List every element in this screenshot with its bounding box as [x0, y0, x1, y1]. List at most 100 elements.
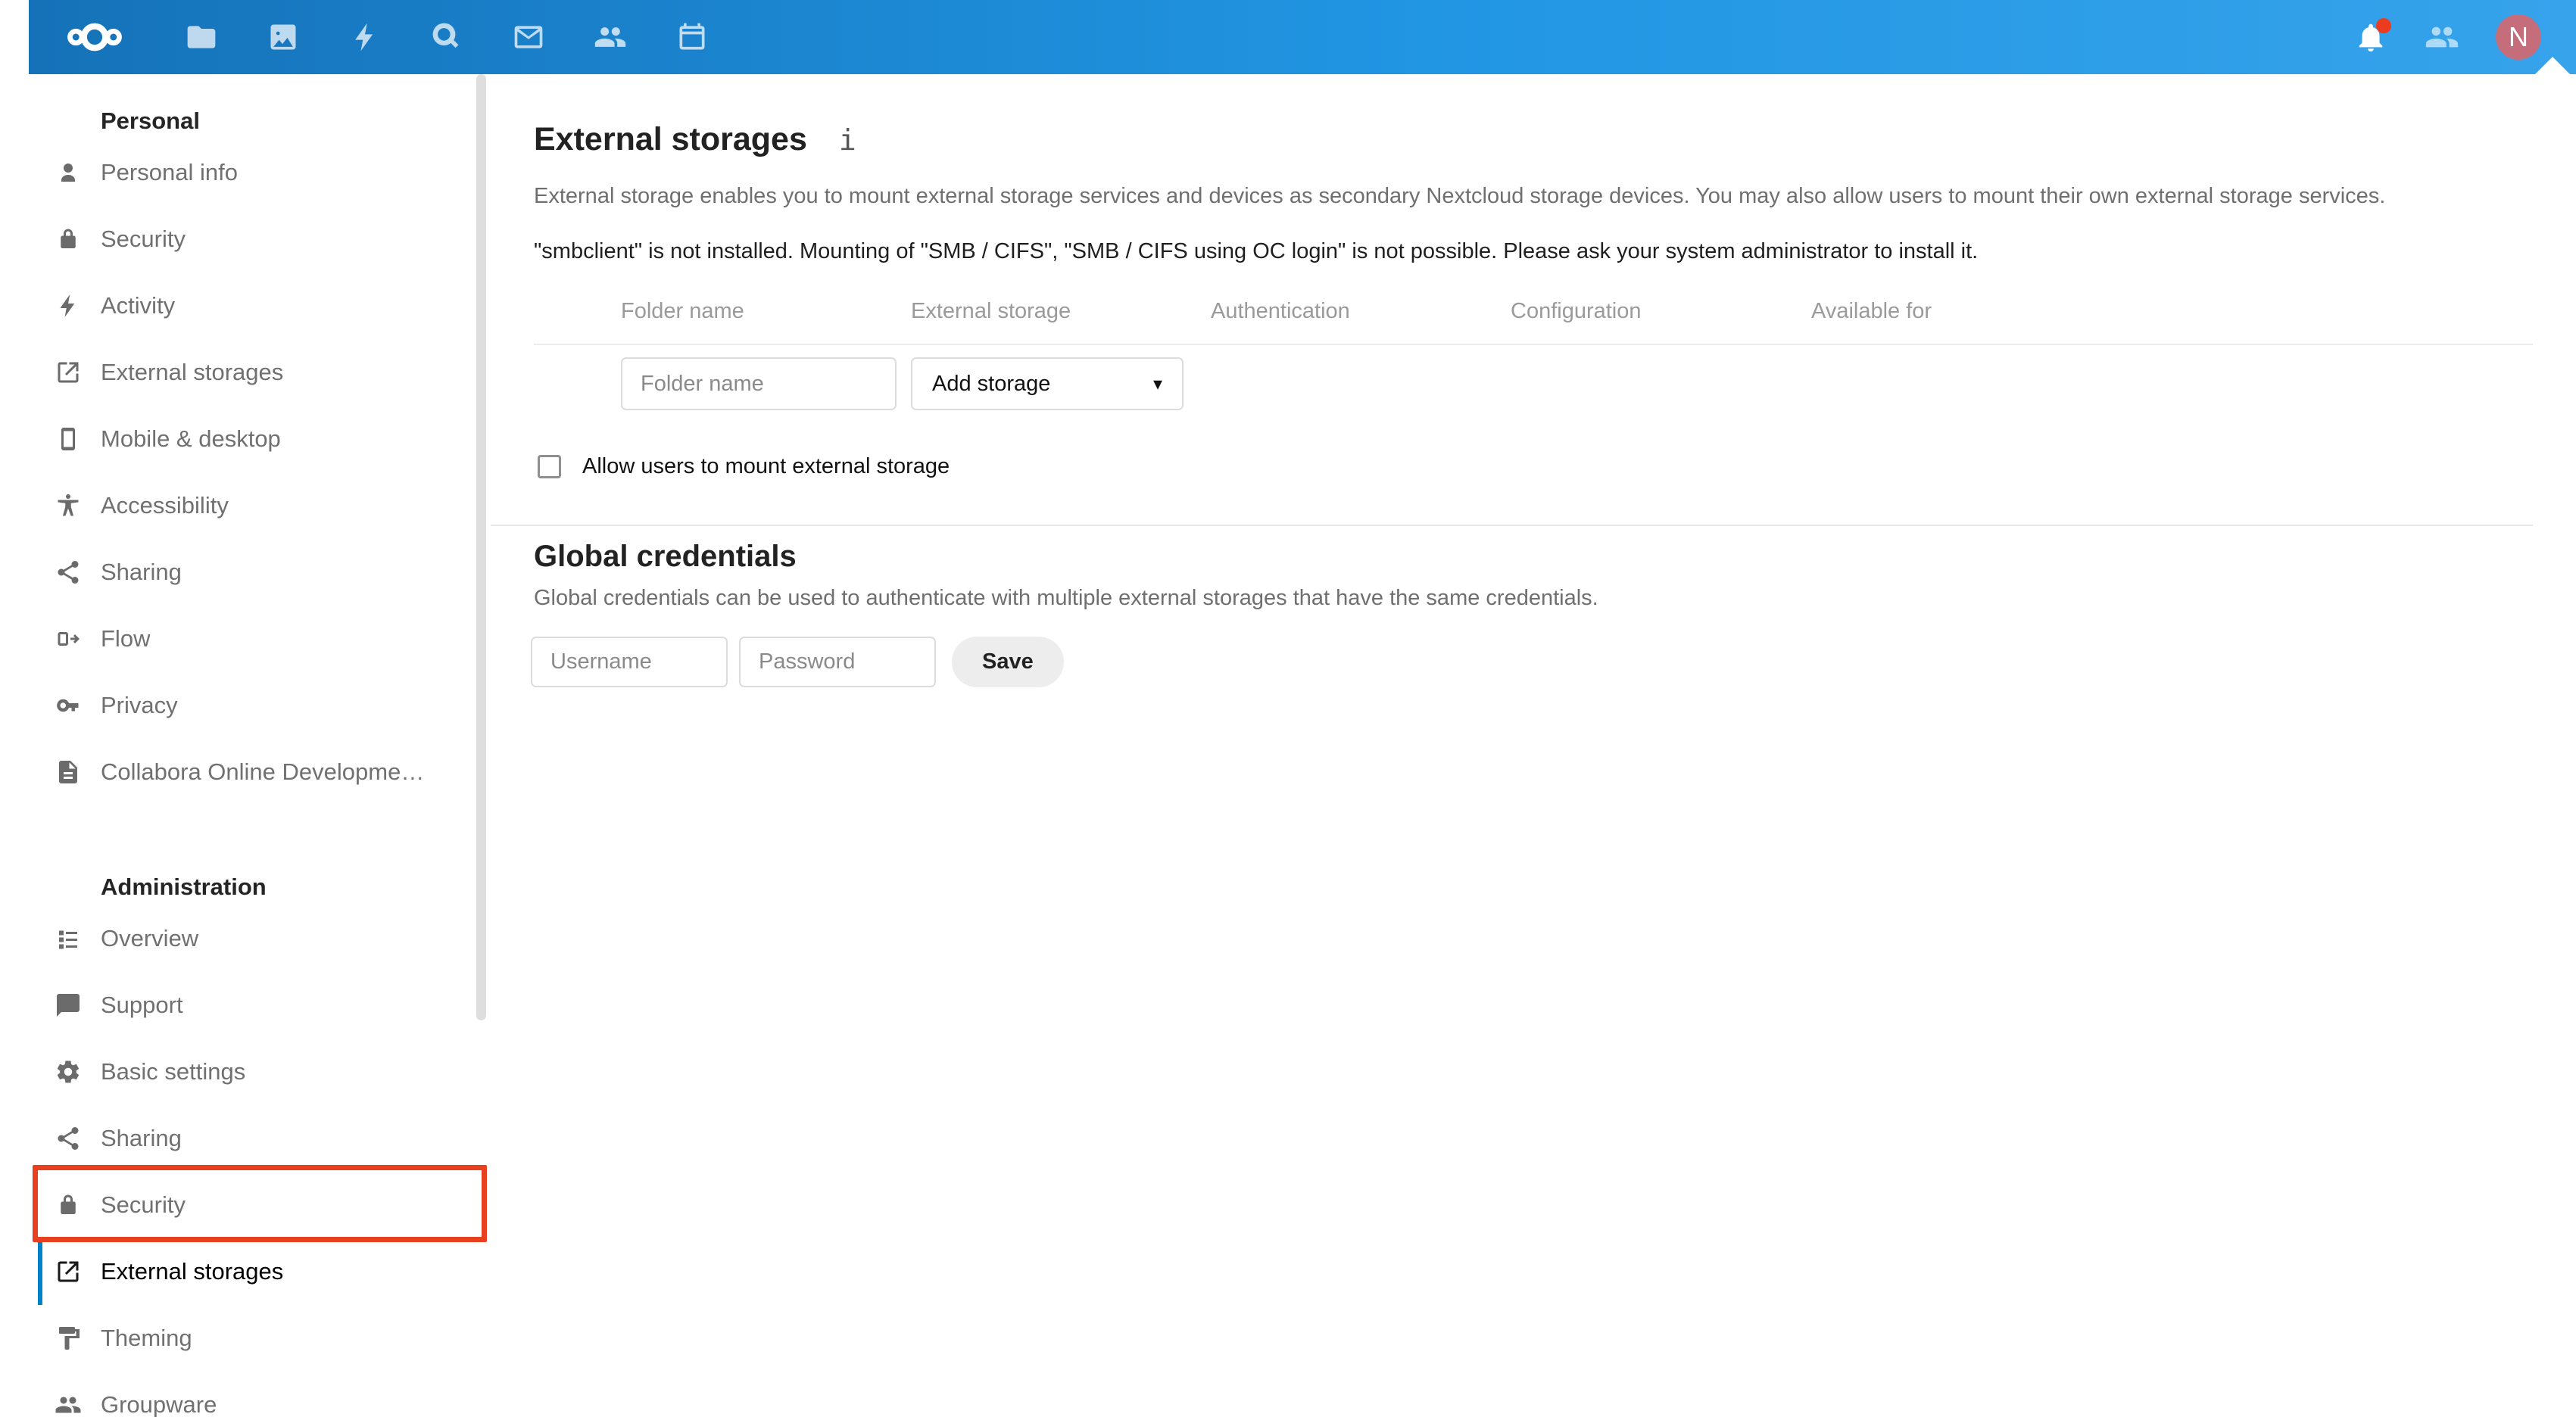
sidebar-item-label: Activity [101, 292, 176, 319]
sidebar-item-label: Personal info [101, 159, 238, 185]
sidebar-item-label: Groupware [101, 1391, 217, 1417]
search-app-icon[interactable] [430, 20, 463, 54]
calendar-app-icon[interactable] [675, 20, 709, 54]
notifications-bell-icon[interactable] [2353, 18, 2391, 54]
accessibility-icon [55, 492, 82, 519]
comment-icon [55, 992, 82, 1019]
sidebar-item-label: External storages [101, 359, 284, 385]
sidebar-item-theming[interactable]: Theming [29, 1305, 491, 1372]
user-avatar[interactable]: N [2496, 14, 2541, 60]
sidebar-item-label: Basic settings [101, 1058, 246, 1085]
sidebar-item-label: Theming [101, 1325, 192, 1351]
external-icon [55, 359, 82, 386]
intro-text: External storage enables you to mount ex… [534, 184, 2386, 208]
table-header-divider [534, 344, 2533, 345]
column-header-authentication: Authentication [1211, 299, 1350, 323]
sidebar-item-privacy[interactable]: Privacy [29, 672, 491, 739]
contacts-menu-icon[interactable] [2425, 20, 2459, 54]
gear-icon [55, 1058, 82, 1085]
files-app-icon[interactable] [185, 20, 218, 54]
overview-icon [55, 925, 82, 952]
contacts-app-icon[interactable] [594, 20, 627, 54]
sidebar-item-label: Sharing [101, 559, 182, 585]
allow-users-label: Allow users to mount external storage [582, 454, 950, 478]
sidebar-item-security[interactable]: Security [29, 206, 491, 272]
column-header-external-storage: External storage [911, 299, 1071, 323]
column-header-available-for: Available for [1811, 299, 1932, 323]
sidebar-section-title: Administration [101, 874, 267, 900]
top-bar: N [29, 0, 2576, 74]
sidebar-section-title: Personal [101, 107, 200, 134]
column-header-folder-name: Folder name [621, 299, 744, 323]
sidebar-item-external-storages[interactable]: External storages [29, 339, 491, 406]
main-content: External storages i External storage ena… [491, 74, 2576, 1417]
sidebar-item-label: Privacy [101, 692, 178, 718]
allow-users-row: Allow users to mount external storage [538, 454, 2533, 479]
sidebar-section: Personal Personal info Security Activity Ext… [29, 104, 491, 805]
avatar-initial: N [2509, 21, 2528, 52]
section-divider [491, 525, 2533, 526]
sidebar-item-label: Collabora Online Development Edit... [101, 758, 434, 785]
sidebar-item-overview[interactable]: Overview [29, 905, 491, 972]
sidebar-item-activity[interactable]: Activity [29, 272, 491, 339]
activity-app-icon[interactable] [348, 20, 382, 54]
sidebar-item-label: Security [101, 226, 186, 252]
sidebar-item-sharing[interactable]: Sharing [29, 1105, 491, 1172]
photos-app-icon[interactable] [267, 20, 300, 54]
sidebar-item-mobile-desktop[interactable]: Mobile & desktop [29, 406, 491, 472]
info-icon[interactable]: i [839, 123, 856, 157]
sidebar-item-basic-settings[interactable]: Basic settings [29, 1039, 491, 1105]
external-storage-table: Folder name External storage Authenticat… [534, 299, 2533, 410]
group-icon [55, 1391, 82, 1417]
sidebar-item-label: Overview [101, 925, 199, 951]
top-bar-right: N [2353, 0, 2541, 74]
share-icon [55, 1125, 82, 1152]
document-icon [55, 758, 82, 786]
smbclient-warning-text: "smbclient" is not installed. Mounting o… [534, 239, 1979, 263]
flow-icon [55, 625, 82, 652]
new-storage-row: Add storage ▾ [534, 357, 2533, 410]
sidebar-item-external-storages[interactable]: External storages [38, 1238, 491, 1305]
table-header-row: Folder name External storage Authenticat… [534, 299, 2533, 324]
sidebar-item-label: External storages [101, 1258, 284, 1285]
lock-icon [55, 1191, 82, 1219]
sidebar-item-label: Support [101, 992, 183, 1018]
sidebar-item-label: Security [101, 1191, 186, 1218]
chevron-down-icon: ▾ [1152, 373, 1162, 394]
allow-users-checkbox[interactable] [538, 455, 561, 478]
notification-dot [2376, 18, 2391, 33]
nextcloud-app: N Personal Personal info Security Activity E… [29, 0, 2576, 1417]
sidebar-item-sharing[interactable]: Sharing [29, 539, 491, 606]
sidebar-item-personal-info[interactable]: Personal info [29, 139, 491, 206]
column-header-configuration: Configuration [1511, 299, 1642, 323]
sidebar-section: Administration Overview Support Basic setti… [29, 870, 491, 1417]
sidebar-item-label: Flow [101, 625, 151, 652]
username-field[interactable] [531, 637, 728, 687]
sidebar-item-label: Accessibility [101, 492, 229, 519]
add-storage-select-value: Add storage [932, 371, 1051, 396]
sidebar-item-collabora-online-development-edit[interactable]: Collabora Online Development Edit... [29, 739, 491, 805]
user-icon [55, 159, 82, 186]
sidebar-item-label: Mobile & desktop [101, 425, 281, 452]
add-storage-select[interactable]: Add storage ▾ [911, 357, 1184, 410]
save-button[interactable]: Save [952, 637, 1064, 687]
key-icon [55, 692, 82, 719]
global-credentials-title: Global credentials [534, 540, 797, 573]
nextcloud-logo[interactable] [65, 18, 124, 56]
password-field[interactable] [739, 637, 936, 687]
page-title: External storages [534, 121, 807, 157]
sidebar-item-support[interactable]: Support [29, 972, 491, 1039]
sidebar-item-groupware[interactable]: Groupware [29, 1372, 491, 1417]
app-menu [185, 20, 709, 54]
global-credentials-description: Global credentials can be used to authen… [534, 586, 1598, 610]
sidebar-item-flow[interactable]: Flow [29, 606, 491, 672]
lock-icon [55, 226, 82, 253]
sidebar-scrollbar[interactable] [476, 74, 486, 1020]
mail-app-icon[interactable] [512, 20, 545, 54]
sidebar-item-accessibility[interactable]: Accessibility [29, 472, 491, 539]
share-icon [55, 559, 82, 586]
settings-sidebar: Personal Personal info Security Activity Ext… [29, 74, 491, 1417]
sidebar-item-security[interactable]: Security [29, 1172, 491, 1238]
folder-name-input[interactable] [621, 357, 897, 410]
roller-icon [55, 1325, 82, 1352]
